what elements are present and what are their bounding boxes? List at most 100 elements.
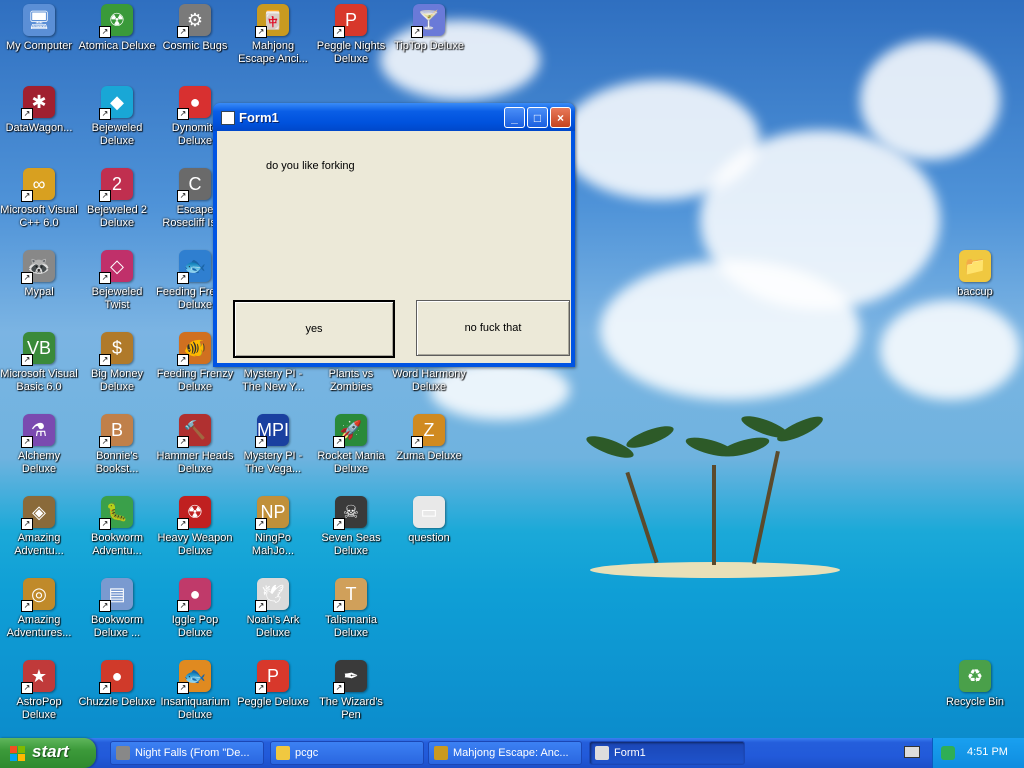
- desktop-icon[interactable]: ☠ ↗ Seven Seas Deluxe: [312, 496, 390, 558]
- app-icon: P ↗: [255, 660, 289, 694]
- minimize-button[interactable]: _: [504, 107, 525, 128]
- desktop-icon[interactable]: 🕊 ↗ Noah's Ark Deluxe: [234, 578, 312, 640]
- app-icon: MPI ↗: [255, 414, 289, 448]
- app-icon: C ↗: [177, 168, 211, 202]
- desktop-icon[interactable]: ● ↗ Chuzzle Deluxe: [78, 660, 156, 709]
- desktop-icon[interactable]: ◆ ↗ Bejeweled Deluxe: [78, 86, 156, 148]
- app-icon: 2 ↗: [99, 168, 133, 202]
- desktop-icon[interactable]: ♻ Recycle Bin: [936, 660, 1014, 709]
- desktop-icon[interactable]: NP ↗ NingPo MahJo...: [234, 496, 312, 558]
- desktop-icon-label: DataWagon...: [5, 122, 73, 134]
- desktop-icon[interactable]: ◇ ↗ Bejeweled Twist: [78, 250, 156, 312]
- icon-glyph: P: [344, 9, 357, 30]
- icon-glyph: ∞: [32, 173, 46, 194]
- clock[interactable]: 4:51 PM: [967, 746, 1008, 758]
- icon-glyph: C: [188, 173, 202, 194]
- taskbar-item-mahjong[interactable]: Mahjong Escape: Anc...: [428, 741, 582, 765]
- window-client-area: do you like forking yes no fuck that: [217, 131, 571, 363]
- shortcut-arrow-icon: ↗: [255, 26, 267, 38]
- desktop-icon[interactable]: 🖥 My Computer: [0, 4, 78, 53]
- shortcut-arrow-icon: ↗: [333, 682, 345, 694]
- desktop-icon[interactable]: P ↗ Peggle Nights Deluxe: [312, 4, 390, 66]
- desktop-icon[interactable]: ◈ ↗ Amazing Adventu...: [0, 496, 78, 558]
- keyboard-icon[interactable]: [904, 746, 920, 758]
- icon-glyph: 2: [111, 173, 122, 194]
- desktop-icon[interactable]: 🐟 ↗ Insaniquarium Deluxe: [156, 660, 234, 722]
- desktop-icon[interactable]: ⚗ ↗ Alchemy Deluxe: [0, 414, 78, 476]
- desktop-icon-label: Insaniquarium Deluxe: [160, 696, 230, 721]
- desktop-icon[interactable]: ✒ ↗ The Wizard's Pen: [312, 660, 390, 722]
- desktop-icon[interactable]: MPI ↗ Mystery PI - The Vega...: [234, 414, 312, 476]
- app-icon: 📁: [959, 250, 991, 282]
- app-icon: ◆ ↗: [99, 86, 133, 120]
- desktop-icon[interactable]: 🦝 ↗ Mypal: [0, 250, 78, 299]
- desktop-icon[interactable]: ∞ ↗ Microsoft Visual C++ 6.0: [0, 168, 78, 230]
- desktop-icon-label: My Computer: [5, 40, 73, 52]
- taskbar-item-label: pcgc: [295, 747, 319, 759]
- desktop-icon[interactable]: P ↗ Peggle Deluxe: [234, 660, 312, 709]
- desktop-icon[interactable]: ⚙ ↗ Cosmic Bugs: [156, 4, 234, 53]
- desktop-icon[interactable]: 🍸 ↗ TipTop Deluxe: [390, 4, 468, 53]
- desktop-icon[interactable]: ▤ ↗ Bookworm Deluxe ...: [78, 578, 156, 640]
- shortcut-arrow-icon: ↗: [99, 354, 111, 366]
- shortcut-arrow-icon: ↗: [411, 436, 423, 448]
- yes-button[interactable]: yes: [233, 300, 395, 358]
- taskbar-item-label: Mahjong Escape: Anc...: [453, 747, 569, 759]
- desktop-icon-label: Microsoft Visual Basic 6.0: [0, 368, 78, 393]
- desktop-icon[interactable]: 🚀 ↗ Rocket Mania Deluxe: [312, 414, 390, 476]
- shortcut-arrow-icon: ↗: [177, 354, 189, 366]
- desktop-icon[interactable]: B ↗ Bonnie's Bookst...: [78, 414, 156, 476]
- shortcut-arrow-icon: ↗: [99, 518, 111, 530]
- desktop-icon-label: Alchemy Deluxe: [17, 450, 61, 475]
- app-icon: Z ↗: [411, 414, 445, 448]
- app-icon: ☠ ↗: [333, 496, 367, 530]
- close-button[interactable]: ×: [550, 107, 571, 128]
- desktop-icon[interactable]: 📁 baccup: [936, 250, 1014, 299]
- desktop-icon-label: Zuma Deluxe: [396, 450, 462, 462]
- shortcut-arrow-icon: ↗: [21, 190, 33, 202]
- desktop-icon[interactable]: ● ↗ Iggle Pop Deluxe: [156, 578, 234, 640]
- desktop-icon[interactable]: 2 ↗ Bejeweled 2 Deluxe: [78, 168, 156, 230]
- desktop-icon[interactable]: $ ↗ Big Money Deluxe: [78, 332, 156, 394]
- desktop-icon[interactable]: VB ↗ Microsoft Visual Basic 6.0: [0, 332, 78, 394]
- wallpaper-cloud: [880, 300, 1020, 400]
- desktop-icon[interactable]: ✱ ↗ DataWagon...: [0, 86, 78, 135]
- desktop-icon[interactable]: 🐛 ↗ Bookworm Adventu...: [78, 496, 156, 558]
- window-icon[interactable]: [221, 111, 235, 125]
- shortcut-arrow-icon: ↗: [177, 600, 189, 612]
- desktop-icon[interactable]: Z ↗ Zuma Deluxe: [390, 414, 468, 463]
- desktop-icon-label: Plants vs Zombies: [328, 368, 374, 393]
- desktop-icon[interactable]: 🔨 ↗ Hammer Heads Deluxe: [156, 414, 234, 476]
- desktop-icon-label: Amazing Adventures...: [6, 614, 72, 639]
- desktop-icon-label: Cosmic Bugs: [162, 40, 228, 52]
- windows-logo-icon: [10, 746, 26, 762]
- taskbar-item-night-falls[interactable]: Night Falls (From "De...: [110, 741, 264, 765]
- icon-glyph: ◈: [32, 501, 46, 522]
- title-bar[interactable]: Form1 _ □ ×: [213, 103, 575, 131]
- desktop-icon[interactable]: 🀄 ↗ Mahjong Escape Anci...: [234, 4, 312, 66]
- desktop-icon[interactable]: ◎ ↗ Amazing Adventures...: [0, 578, 78, 640]
- app-icon: 🚀 ↗: [333, 414, 367, 448]
- desktop-icon[interactable]: T ↗ Talismania Deluxe: [312, 578, 390, 640]
- desktop-icon[interactable]: ☢ ↗ Heavy Weapon Deluxe: [156, 496, 234, 558]
- icon-glyph: ●: [111, 665, 123, 686]
- app-icon: ▭: [413, 496, 445, 528]
- taskbar-item-form1[interactable]: Form1: [589, 741, 745, 765]
- network-icon[interactable]: [941, 746, 955, 760]
- desktop-icon[interactable]: ▭ question: [390, 496, 468, 545]
- app-icon: 🐟 ↗: [177, 660, 211, 694]
- desktop-icon[interactable]: ☢ ↗ Atomica Deluxe: [78, 4, 156, 53]
- shortcut-arrow-icon: ↗: [21, 354, 33, 366]
- shortcut-arrow-icon: ↗: [177, 436, 189, 448]
- icon-glyph: ✱: [31, 91, 47, 112]
- no-button[interactable]: no fuck that: [416, 300, 570, 356]
- maximize-button[interactable]: □: [527, 107, 548, 128]
- desktop-icon-label: Amazing Adventu...: [14, 532, 64, 557]
- taskbar-item-pcgc[interactable]: pcgc: [270, 741, 424, 765]
- icon-glyph: ☢: [186, 501, 204, 522]
- desktop-icon[interactable]: ★ ↗ AstroPop Deluxe: [0, 660, 78, 722]
- app-icon: ⚗ ↗: [21, 414, 55, 448]
- desktop-icon-label: Mahjong Escape Anci...: [238, 40, 308, 65]
- desktop-icon-label: question: [408, 532, 450, 544]
- start-button[interactable]: start: [0, 738, 96, 768]
